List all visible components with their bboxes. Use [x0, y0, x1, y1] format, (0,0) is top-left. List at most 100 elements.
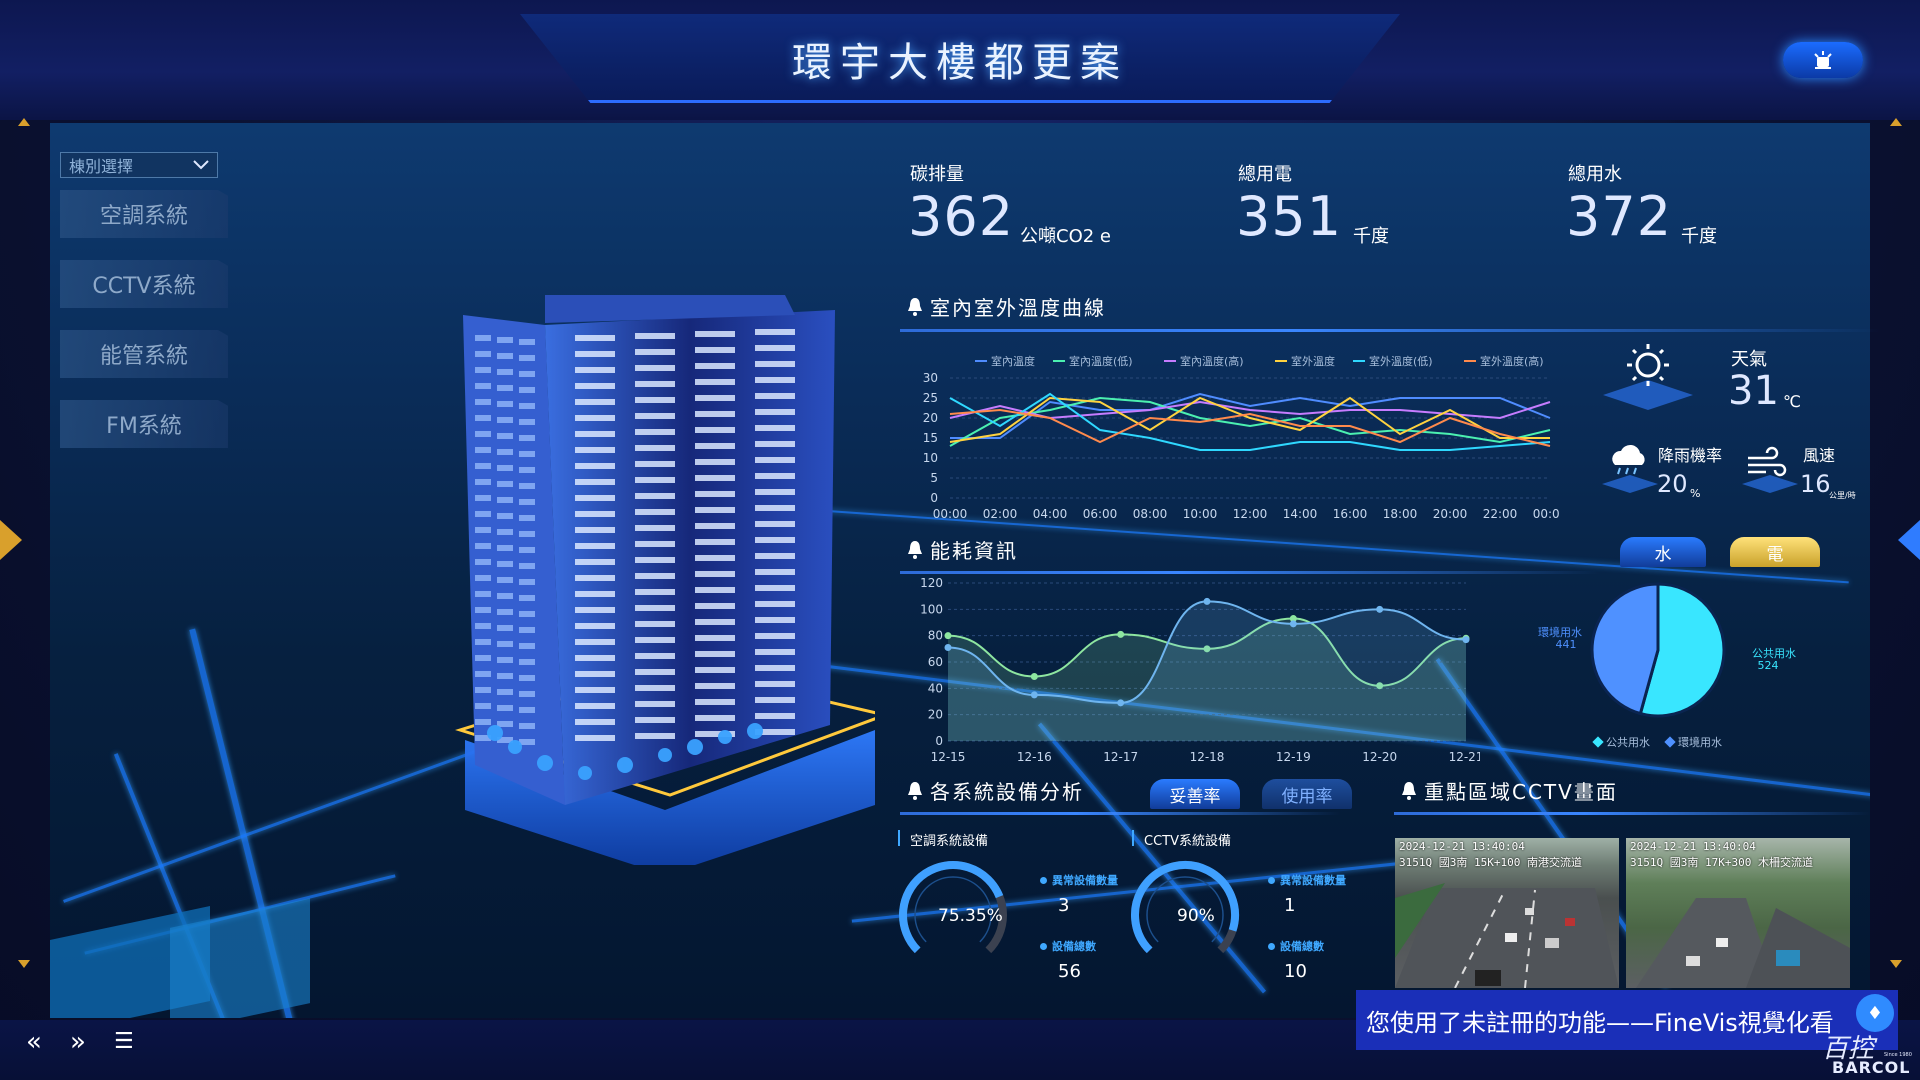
sidebar-item-cctv[interactable]: CCTV系統 [60, 260, 228, 308]
legend-item[interactable]: 室內溫度(低) [1053, 353, 1133, 369]
legend-item[interactable]: 室外溫度(低) [1353, 353, 1433, 369]
x-tick-label: 12-20 [1362, 750, 1397, 764]
tab-usage[interactable]: 使用率 [1262, 779, 1352, 809]
x-tick-label: 12-16 [1017, 750, 1052, 764]
cctv-abnormal-value: 1 [1284, 895, 1296, 916]
alarm-button[interactable] [1783, 42, 1863, 78]
legend-item[interactable]: 室內溫度(高) [1164, 353, 1244, 369]
data-point [944, 632, 952, 640]
sun-icon [1603, 344, 1693, 410]
cctv-total-label: 設備總數 [1268, 938, 1324, 954]
y-tick-label: 15 [923, 431, 938, 445]
section-title-cctv: 重點區域CCTV畫面 [1400, 776, 1618, 805]
x-tick-label: 00:00 [1533, 507, 1560, 520]
bell-icon [908, 297, 922, 316]
pie-label: 環境用水 [1538, 625, 1582, 639]
cctv-gauge-value: 90% [1177, 906, 1215, 926]
tab-water[interactable]: 水 [1620, 537, 1706, 567]
bell-icon [908, 540, 922, 559]
sidebar-item-fm[interactable]: FM系統 [60, 400, 228, 448]
hvac-abnormal-label: 異常設備數量 [1040, 872, 1118, 888]
legend-swatch [1664, 736, 1676, 748]
sidebar-item-energy[interactable]: 能管系統 [60, 330, 228, 378]
cctv-feed-2[interactable]: 2024-12-21 13:40:04 3151Q 國3南 17K+300 木柵… [1626, 838, 1850, 988]
fast-forward-icon[interactable]: » [70, 1027, 86, 1057]
barcol-logo: 百控 Since 1980 BARCOL [1822, 1034, 1912, 1077]
menu-list-icon[interactable]: ☰ [114, 1029, 134, 1054]
tab-label: 水 [1654, 544, 1672, 565]
cctv-location: 3151Q 國3南 15K+100 南港交流道 [1399, 856, 1582, 869]
pie-value: 524 [1758, 659, 1779, 672]
legend-item[interactable]: 室外溫度(高) [1464, 353, 1544, 369]
x-tick-label: 12-21 [1449, 750, 1480, 764]
y-tick-label: 30 [923, 371, 938, 385]
wind-icon [1742, 446, 1798, 493]
legend-label: 室內溫度(低) [1069, 355, 1133, 368]
rewind-icon[interactable]: « [26, 1027, 42, 1057]
cctv-total-value: 10 [1284, 961, 1307, 982]
y-tick-label: 60 [928, 655, 943, 669]
rain-unit: % [1690, 487, 1701, 500]
group-marker [898, 830, 900, 846]
weather-temp-value: 31 [1728, 368, 1779, 414]
side-arrow-up-left-icon [18, 118, 30, 126]
legend-swatch [1275, 360, 1287, 362]
legend-item[interactable]: 室內溫度 [975, 353, 1035, 369]
legend-swatch [1053, 360, 1065, 362]
side-arrow-up-right-icon [1890, 118, 1902, 126]
side-arrow-down-right-icon [1890, 960, 1902, 968]
left-expand-icon[interactable] [0, 520, 22, 560]
banner-text: 您使用了未註冊的功能——FineVis視覺化看 [1366, 1008, 1834, 1037]
kpi-value-electricity: 351 [1236, 185, 1343, 248]
building-select-dropdown[interactable]: 棟別選擇 [60, 152, 218, 178]
bell-icon [908, 781, 922, 800]
data-point [1289, 620, 1297, 628]
assistant-icon[interactable]: ♦ [1856, 994, 1894, 1032]
rain-cloud-icon [1602, 444, 1658, 493]
right-expand-icon[interactable] [1898, 520, 1920, 560]
section-title-text: 重點區域CCTV畫面 [1424, 780, 1618, 804]
pie-value: 441 [1556, 638, 1577, 651]
y-tick-label: 80 [928, 629, 943, 643]
section-title-text: 各系統設備分析 [930, 780, 1084, 804]
building-model[interactable] [455, 285, 875, 865]
data-point [1376, 605, 1384, 613]
x-tick-label: 12-15 [931, 750, 966, 764]
series-area [948, 601, 1466, 741]
legend-label: 室內溫度(高) [1180, 355, 1244, 368]
x-tick-label: 12-19 [1276, 750, 1311, 764]
legend-label: 室外溫度(低) [1369, 355, 1433, 368]
cctv-feed-1[interactable]: 2024-12-21 13:40:04 3151Q 國3南 15K+100 南港… [1395, 838, 1619, 988]
rain-label: 降雨機率 [1658, 446, 1723, 465]
sidebar-item-label: CCTV系統 [92, 274, 196, 299]
unregistered-banner: 您使用了未註冊的功能——FineVis視覺化看 [1356, 990, 1898, 1050]
kpi-unit-carbon: 公噸CO2 e [1020, 226, 1111, 247]
cctv-abnormal-label: 異常設備數量 [1268, 872, 1346, 888]
tab-label: 使用率 [1281, 786, 1333, 807]
tab-electricity[interactable]: 電 [1730, 537, 1820, 567]
section-title-equipment: 各系統設備分析 [906, 776, 1084, 805]
x-tick-label: 12:00 [1233, 507, 1268, 520]
tab-availability[interactable]: 妥善率 [1150, 779, 1240, 809]
sidebar-item-hvac[interactable]: 空調系統 [60, 190, 228, 238]
y-tick-label: 10 [923, 451, 938, 465]
hvac-gauge-value: 75.35% [938, 906, 1003, 926]
hvac-total-label: 設備總數 [1040, 938, 1096, 954]
kpi-unit-water: 千度 [1681, 226, 1717, 247]
data-point [944, 644, 952, 652]
legend-label: 室內溫度 [991, 355, 1035, 368]
hvac-abnormal-value: 3 [1058, 895, 1070, 916]
y-tick-label: 25 [923, 391, 938, 405]
y-tick-label: 0 [930, 491, 938, 505]
page-title: 環宇大樓都更案 [792, 40, 1128, 86]
group-title-cctv: CCTV系統設備 [1144, 834, 1231, 849]
y-tick-label: 20 [928, 708, 943, 722]
x-tick-label: 22:00 [1483, 507, 1518, 520]
kpi-unit-electricity: 千度 [1353, 226, 1389, 247]
cctv-location: 3151Q 國3南 17K+300 木柵交流道 [1630, 856, 1813, 869]
wind-value: 16 [1800, 470, 1831, 498]
y-tick-label: 120 [920, 576, 943, 590]
legend-item[interactable]: 室外溫度 [1275, 353, 1335, 369]
x-tick-label: 12-17 [1103, 750, 1138, 764]
y-tick-label: 20 [923, 411, 938, 425]
